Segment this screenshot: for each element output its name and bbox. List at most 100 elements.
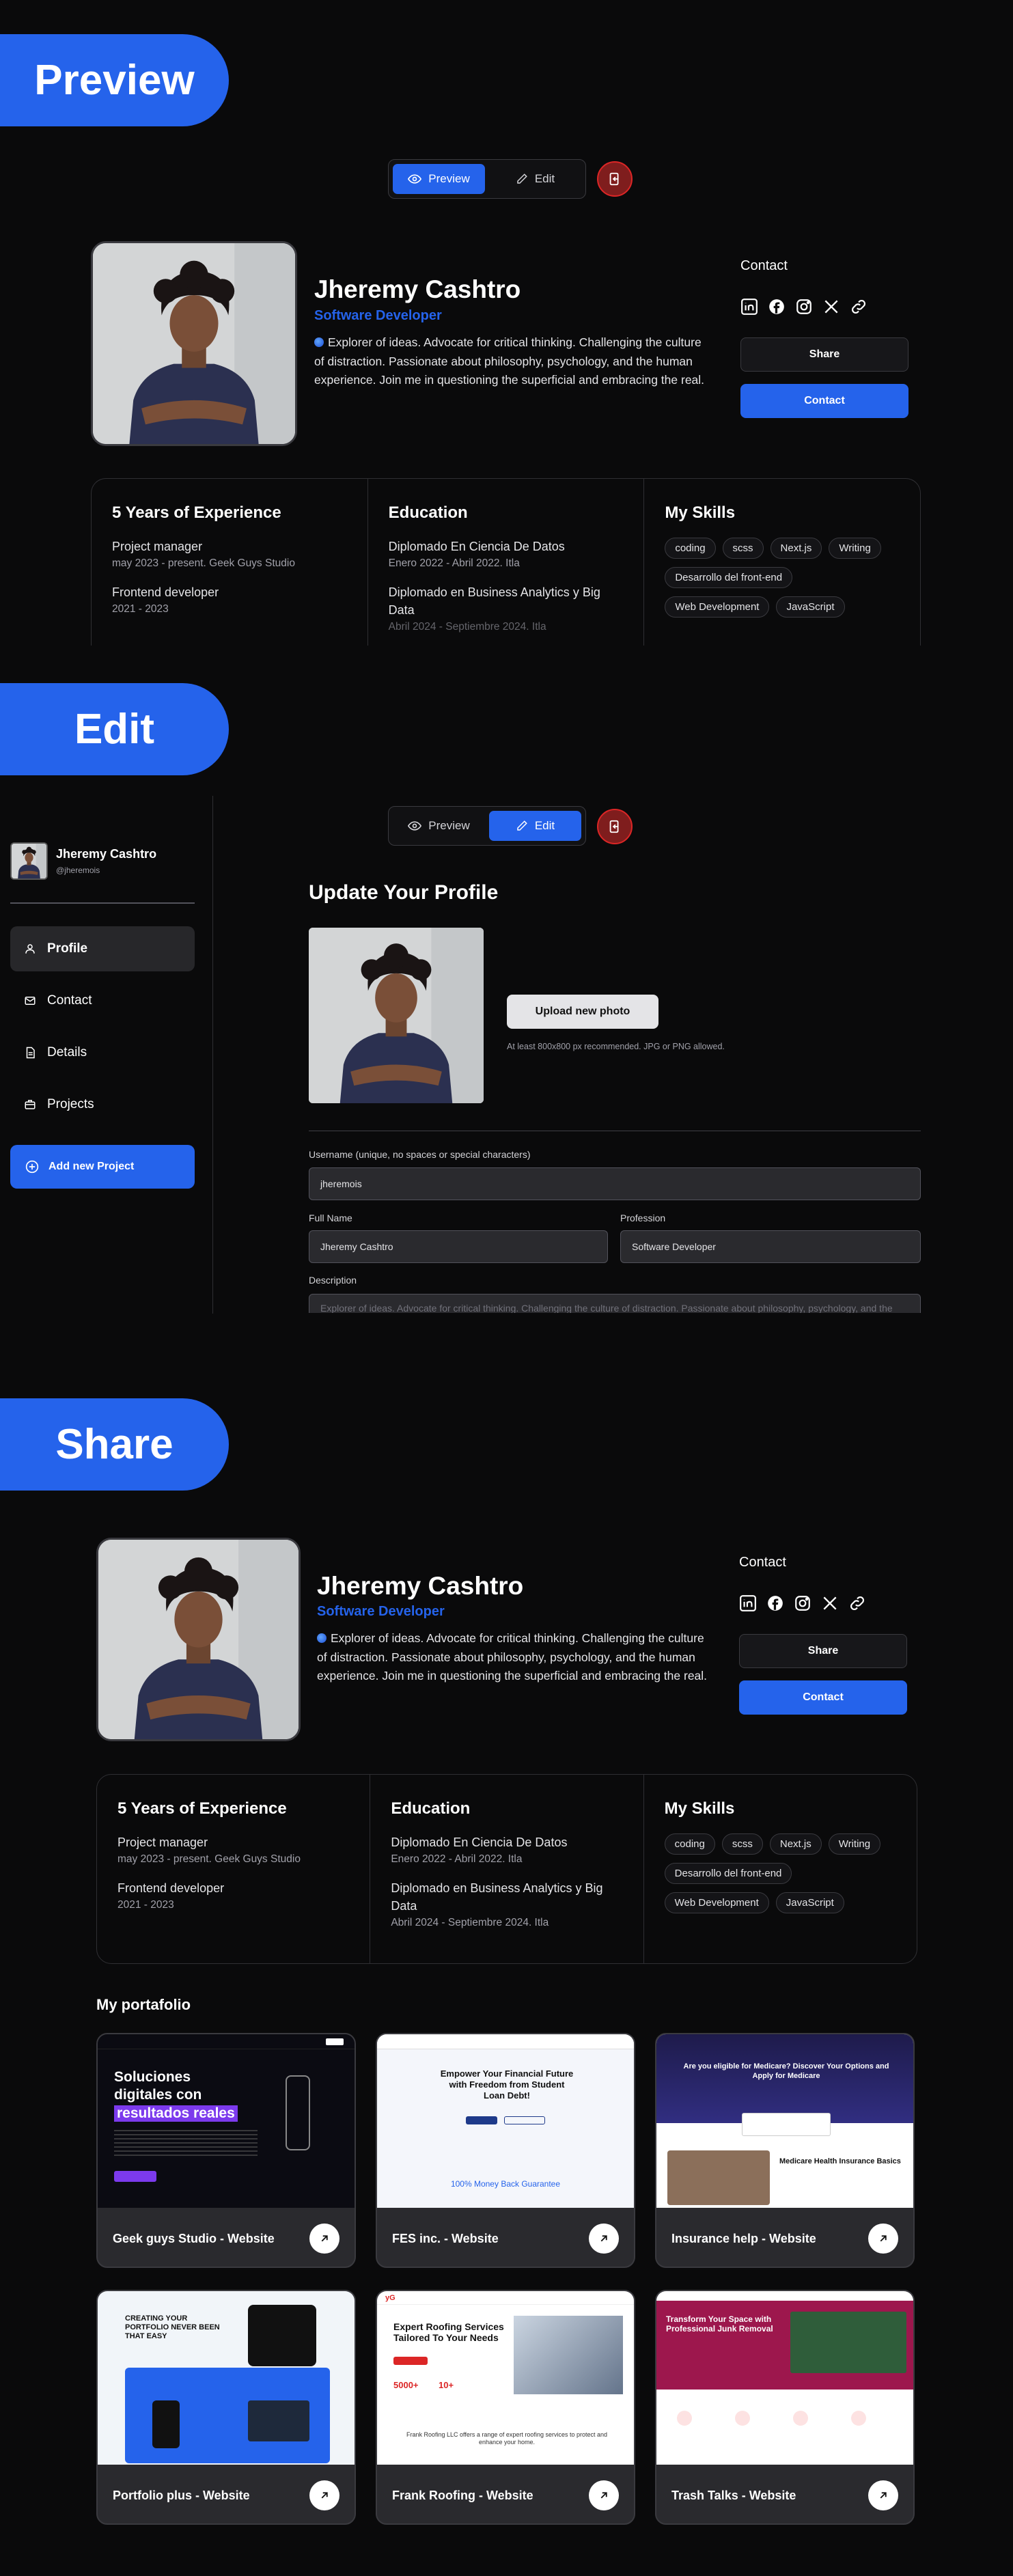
edit-toggle-button[interactable]: Edit	[489, 811, 581, 841]
portfolio-title: My portafolio	[96, 1996, 191, 2013]
contact-button[interactable]: Contact	[740, 384, 908, 418]
project-card[interactable]: Transform Your Space with Professional J…	[655, 2290, 915, 2525]
project-thumbnail: Empower Your Financial Future with Freed…	[377, 2034, 634, 2208]
project-thumbnail: CREATING YOUR PORTFOLIO NEVER BEEN THAT …	[98, 2291, 355, 2465]
sidebar-item-label: Contact	[47, 993, 92, 1008]
open-project-button[interactable]	[868, 2480, 898, 2510]
project-title: Portfolio plus - Website	[113, 2488, 250, 2502]
skills-column: My Skills coding scss Next.js Writing De…	[643, 479, 920, 646]
preview-label: Preview	[428, 172, 470, 185]
logout-icon	[609, 172, 619, 186]
open-project-button[interactable]	[309, 2480, 339, 2510]
logout-button[interactable]	[597, 809, 633, 844]
sidebar-item-details[interactable]: Details	[10, 1030, 195, 1075]
open-project-button[interactable]	[589, 2224, 619, 2254]
project-card[interactable]: CREATING YOUR PORTFOLIO NEVER BEEN THAT …	[96, 2290, 356, 2525]
skill-chip: coding	[664, 1833, 715, 1855]
experience-title: 5 Years of Experience	[117, 1799, 287, 1818]
project-card[interactable]: Are you eligible for Medicare? Discover …	[655, 2033, 915, 2268]
project-subheading: Medicare Health Insurance Basics	[779, 2157, 901, 2165]
education-item-date: Enero 2022 - Abril 2022. Itla	[388, 557, 520, 569]
project-stat: 5000+	[393, 2380, 419, 2390]
linkedin-icon[interactable]	[739, 1594, 757, 1612]
username-input[interactable]: jheremois	[309, 1167, 921, 1200]
project-card[interactable]: Empower Your Financial Future with Freed…	[376, 2033, 635, 2268]
project-title: Trash Talks - Website	[671, 2488, 796, 2502]
skill-chip: Next.js	[770, 538, 822, 559]
project-thumbnail: Soluciones digitales con resultados real…	[98, 2034, 355, 2208]
upload-photo-button[interactable]: Upload new photo	[507, 995, 658, 1029]
project-thumbnail: Are you eligible for Medicare? Discover …	[656, 2034, 913, 2208]
profile-name: Jheremy Cashtro	[317, 1572, 524, 1600]
share-button[interactable]: Share	[739, 1634, 907, 1668]
experience-item-date: 2021 - 2023	[112, 603, 169, 615]
x-icon[interactable]	[822, 298, 840, 316]
fullname-input[interactable]: Jheremy Cashtro	[309, 1230, 608, 1263]
skill-chip: Writing	[829, 538, 881, 559]
arrow-up-right-icon	[880, 2235, 887, 2242]
edit-banner: Edit	[0, 683, 229, 775]
project-heading: Are you eligible for Medicare? Discover …	[683, 2062, 889, 2080]
logout-icon	[609, 820, 619, 833]
education-item-date: Abril 2024 - Septiembre 2024. Itla	[391, 1917, 549, 1928]
experience-item-date: may 2023 - present. Geek Guys Studio	[117, 1853, 301, 1865]
project-title: Insurance help - Website	[671, 2231, 816, 2245]
project-title: FES inc. - Website	[392, 2231, 499, 2245]
avatar	[10, 842, 48, 880]
open-project-button[interactable]	[868, 2224, 898, 2254]
experience-item-date: 2021 - 2023	[117, 1899, 174, 1911]
profile-role: Software Developer	[314, 308, 442, 323]
experience-title: 5 Years of Experience	[112, 503, 281, 522]
project-thumbnail: Transform Your Space with Professional J…	[656, 2291, 913, 2465]
open-project-button[interactable]	[589, 2480, 619, 2510]
eye-icon	[408, 821, 422, 831]
x-icon[interactable]	[821, 1594, 839, 1612]
sidebar-item-contact[interactable]: Contact	[10, 978, 195, 1023]
linkedin-icon[interactable]	[740, 298, 758, 316]
facebook-icon[interactable]	[766, 1594, 784, 1612]
preview-toggle-button[interactable]: Preview	[393, 811, 485, 841]
pencil-icon	[517, 820, 527, 831]
project-card[interactable]: yG Expert Roofing Services Tailored To Y…	[376, 2290, 635, 2525]
add-project-button[interactable]: Add new Project	[10, 1145, 195, 1189]
plus-circle-icon	[25, 1160, 39, 1174]
skill-chip: scss	[722, 538, 764, 559]
sidebar-user[interactable]: Jheremy Cashtro @jheremois	[10, 842, 156, 880]
link-icon[interactable]	[848, 1594, 866, 1612]
edit-title: Update Your Profile	[309, 881, 499, 904]
sidebar-user-name: Jheremy Cashtro	[56, 847, 157, 861]
project-heading: Soluciones digitales con	[114, 2069, 202, 2103]
project-heading: CREATING YOUR PORTFOLIO NEVER BEEN THAT …	[125, 2314, 220, 2340]
sidebar-item-projects[interactable]: Projects	[10, 1082, 195, 1127]
edit-label: Edit	[534, 172, 555, 185]
stats-panel: 5 Years of Experience Project manager ma…	[91, 478, 921, 646]
profile-role: Software Developer	[317, 1604, 445, 1619]
skill-chip: Desarrollo del front-end	[664, 1863, 792, 1884]
profile-bio: Explorer of ideas. Advocate for critical…	[317, 1631, 708, 1682]
sidebar-item-profile[interactable]: Profile	[10, 926, 195, 971]
experience-item-title: Frontend developer	[117, 1881, 225, 1895]
project-card[interactable]: Soluciones digitales con resultados real…	[96, 2033, 356, 2268]
description-textarea[interactable]: Explorer of ideas. Advocate for critical…	[309, 1294, 921, 1313]
project-highlight: resultados reales	[114, 2105, 238, 2122]
link-icon[interactable]	[850, 298, 868, 316]
skill-chip: Web Development	[664, 1892, 769, 1913]
profile-photo	[96, 1538, 301, 1741]
open-project-button[interactable]	[309, 2224, 339, 2254]
instagram-icon[interactable]	[794, 1594, 811, 1612]
contact-label: Contact	[740, 258, 788, 273]
logout-button[interactable]	[597, 161, 633, 197]
preview-toggle-button[interactable]: Preview	[393, 164, 485, 194]
instagram-icon[interactable]	[795, 298, 813, 316]
experience-item-title: Project manager	[117, 1836, 208, 1849]
experience-item-date: may 2023 - present. Geek Guys Studio	[112, 557, 295, 569]
skills-title: My Skills	[664, 1799, 735, 1818]
add-project-label: Add new Project	[48, 1161, 135, 1172]
facebook-icon[interactable]	[768, 298, 786, 316]
share-banner: Share	[0, 1398, 229, 1491]
skills-title: My Skills	[665, 503, 736, 522]
profession-input[interactable]: Software Developer	[620, 1230, 921, 1263]
edit-toggle-button[interactable]: Edit	[489, 164, 581, 194]
contact-button[interactable]: Contact	[739, 1680, 907, 1715]
share-button[interactable]: Share	[740, 337, 908, 372]
